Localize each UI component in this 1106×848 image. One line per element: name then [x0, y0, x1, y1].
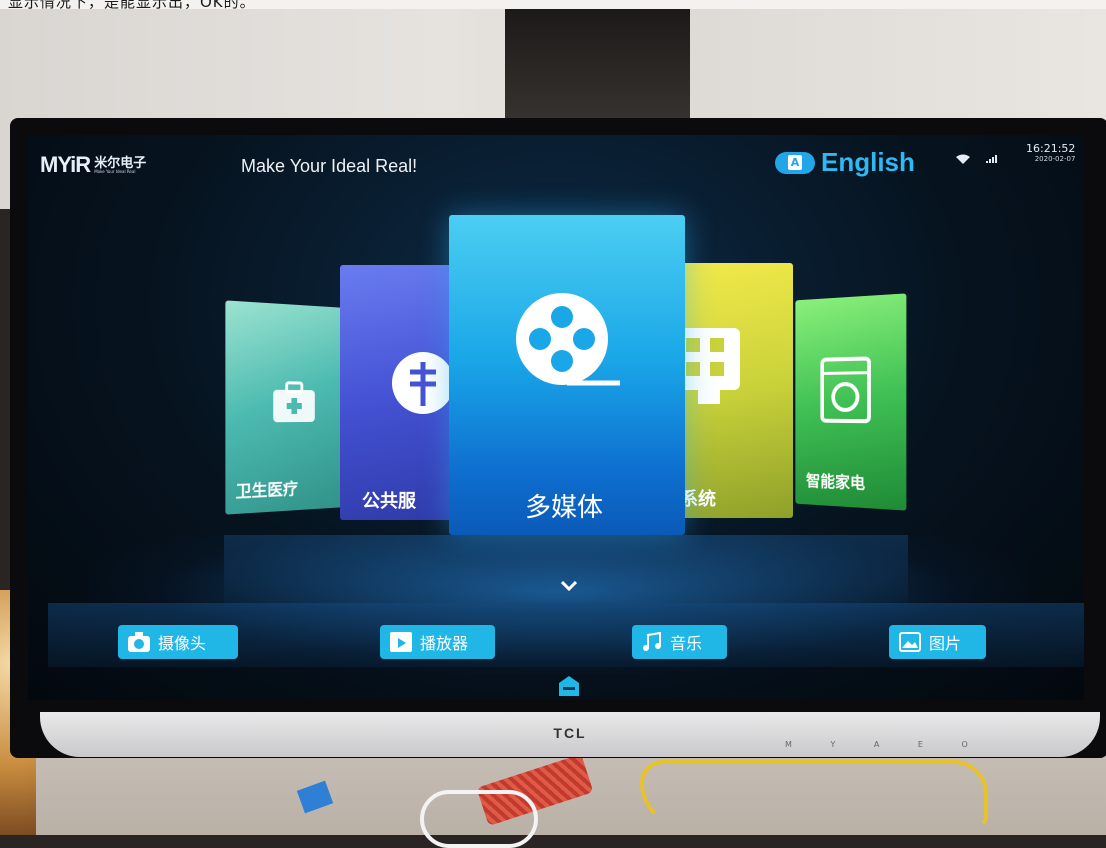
logo-tagline: Make Your Ideal Real — [94, 170, 146, 174]
chevron-down-icon[interactable] — [561, 581, 577, 591]
logo-mark: MYiR — [40, 152, 90, 178]
photo-caption-strip: 显示情况下，是能显示出，OK的。 — [0, 0, 1106, 9]
dock-player-button[interactable]: 播放器 — [380, 625, 495, 659]
card-multimedia-selected[interactable]: 多媒体 — [449, 215, 685, 535]
card-public-label: 公共服 — [362, 487, 416, 513]
white-usb-cable — [420, 790, 538, 848]
slogan: Make Your Ideal Real! — [241, 156, 417, 177]
card-system[interactable]: 系统 — [678, 263, 793, 518]
card-media-label: 多媒体 — [525, 487, 603, 524]
translate-icon: A — [775, 152, 815, 174]
dock-music-button[interactable]: 音乐 — [632, 625, 727, 659]
logo-cn-block: 米尔电子 Make Your Ideal Real — [94, 157, 146, 174]
signal-icon — [986, 155, 997, 163]
carousel-reflection — [224, 535, 908, 615]
myir-logo: MYiR 米尔电子 Make Your Ideal Real — [40, 152, 146, 178]
washing-machine-icon — [820, 356, 871, 423]
card-smart-home[interactable]: 智能家电 — [795, 293, 906, 510]
monitor-brand: TCL — [540, 725, 600, 741]
monitor-buttons[interactable]: M Y A E O — [785, 740, 986, 749]
language-switch[interactable]: A English — [775, 147, 915, 178]
dock-camera-label: 摄像头 — [158, 630, 206, 654]
camera-icon — [128, 632, 150, 652]
wifi-icon — [956, 154, 970, 164]
card-home-label: 智能家电 — [806, 467, 865, 494]
dock-player-label: 播放器 — [420, 630, 468, 654]
photo-caption: 显示情况下，是能显示出，OK的。 — [8, 0, 256, 9]
home-icon[interactable] — [558, 675, 580, 697]
dock-music-label: 音乐 — [670, 630, 702, 654]
medical-kit-icon — [270, 380, 317, 425]
launcher-screen: MYiR 米尔电子 Make Your Ideal Real Make Your… — [28, 135, 1084, 700]
logo-cn: 米尔电子 — [94, 157, 146, 170]
film-reel-icon — [512, 287, 622, 397]
image-icon — [899, 632, 921, 652]
dock-picture-button[interactable]: 图片 — [889, 625, 986, 659]
language-label: English — [821, 147, 915, 178]
public-service-icon — [390, 350, 456, 416]
clock: 16:21:52 2020-02-07 — [1026, 143, 1075, 163]
music-note-icon — [642, 632, 662, 652]
yellow-ethernet-cable — [640, 760, 988, 828]
apps-grid-icon — [678, 328, 740, 408]
dock-camera-button[interactable]: 摄像头 — [118, 625, 238, 659]
clock-date: 2020-02-07 — [1026, 156, 1075, 163]
dock-picture-label: 图片 — [929, 630, 961, 654]
video-player-icon — [390, 632, 412, 652]
clock-time: 16:21:52 — [1026, 143, 1075, 154]
card-system-label: 系统 — [680, 485, 716, 511]
card-health-label: 卫生医疗 — [236, 475, 299, 502]
